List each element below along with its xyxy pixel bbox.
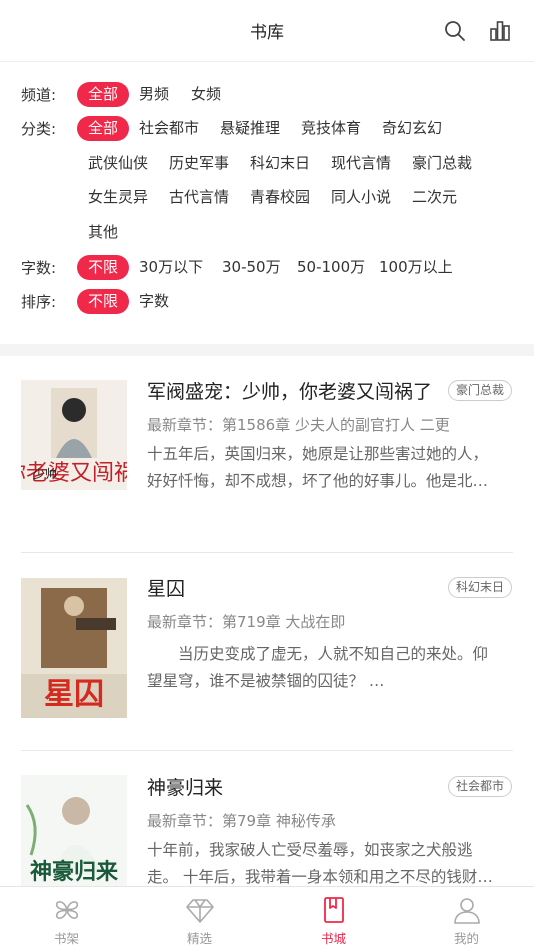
- category-filter-row: 分类: 全部 社会都市 悬疑推理 竞技体育 奇幻玄幻: [0, 113, 534, 143]
- category-filter-row: 武侠仙侠 历史军事 科幻末日 现代言情 豪门总裁: [0, 148, 534, 178]
- channel-filter-row: 频道: 全部 男频 女频: [0, 79, 534, 109]
- top-bar: 书库: [0, 0, 534, 62]
- wordcount-option[interactable]: 100万以上: [379, 255, 453, 280]
- category-filter-row: 其他: [0, 217, 534, 247]
- book-latest-chapter: 最新章节：第719章 大战在即: [147, 613, 346, 631]
- category-option[interactable]: 古代言情: [169, 185, 229, 210]
- book-tag: 社会都市: [447, 776, 512, 797]
- channel-option-male[interactable]: 男频: [139, 82, 169, 107]
- book-title[interactable]: 神豪归来: [147, 773, 223, 800]
- tab-label: 书架: [53, 931, 79, 946]
- category-option[interactable]: 历史军事: [169, 151, 229, 176]
- channel-label: 频道:: [21, 86, 57, 104]
- sort-label: 排序:: [21, 293, 57, 311]
- profile-icon: [453, 898, 480, 924]
- diamond-icon: [185, 899, 214, 923]
- book-title[interactable]: 星囚: [147, 574, 185, 601]
- category-option[interactable]: 同人小说: [331, 185, 391, 210]
- channel-option-female[interactable]: 女频: [191, 82, 221, 107]
- tab-label: 我的: [453, 931, 479, 946]
- wordcount-label: 字数:: [21, 259, 57, 277]
- wordcount-option[interactable]: 30-50万: [222, 255, 281, 280]
- tab-profile[interactable]: 我的: [400, 887, 533, 949]
- bookstore-icon: [323, 897, 344, 923]
- category-option[interactable]: 全部: [77, 116, 130, 141]
- wordcount-option[interactable]: 50-100万: [297, 255, 365, 280]
- tab-label: 书城: [320, 931, 346, 946]
- search-icon[interactable]: [442, 18, 468, 44]
- book-list-item[interactable]: 星囚 星囚 科幻末日 最新章节：第719章 大战在即 当历史变成了虚无，人就不知…: [0, 553, 534, 751]
- channel-option-all[interactable]: 全部: [77, 82, 130, 107]
- bottom-tab-bar: 书架 精选 书城 我的: [0, 886, 534, 949]
- wordcount-option[interactable]: 30万以下: [139, 255, 203, 280]
- tab-bookstore[interactable]: 书城: [267, 887, 400, 949]
- book-list-item[interactable]: 你老婆又闯祸了 少帅 军阀盛宠：少帅，你老婆又闯祸了 豪门总裁 最新章节：第15…: [0, 356, 534, 553]
- category-option[interactable]: 竞技体育: [301, 116, 361, 141]
- cover-subtitle-text: 少帅: [33, 467, 57, 481]
- wordcount-filter-row: 字数: 不限 30万以下 30-50万 50-100万 100万以上: [0, 252, 534, 282]
- tab-label: 精选: [186, 931, 212, 946]
- category-option[interactable]: 现代言情: [331, 151, 391, 176]
- book-description: 当历史变成了虚无，人就不知自己的来处。仰望星穹，谁不是被禁锢的囚徒？ …: [147, 645, 489, 690]
- book-latest-chapter: 最新章节：第79章 神秘传承: [147, 812, 336, 830]
- sort-option[interactable]: 字数: [139, 289, 169, 314]
- cover-title-text: 神豪归来: [30, 859, 119, 885]
- book-tag: 豪门总裁: [447, 380, 512, 401]
- category-option[interactable]: 二次元: [412, 185, 457, 210]
- book-cover[interactable]: 星囚: [21, 578, 127, 718]
- book-cover[interactable]: 神豪归来: [21, 775, 127, 886]
- cover-title-text: 星囚: [44, 677, 104, 712]
- book-cover[interactable]: 你老婆又闯祸了 少帅: [21, 380, 127, 520]
- category-option[interactable]: 奇幻玄幻: [382, 116, 442, 141]
- sort-filter-row: 排序: 不限 字数: [0, 286, 534, 316]
- tab-bookshelf[interactable]: 书架: [0, 887, 133, 949]
- section-divider: [0, 344, 534, 356]
- book-title[interactable]: 军阀盛宠：少帅，你老婆又闯祸了: [147, 377, 432, 404]
- wordcount-option[interactable]: 不限: [77, 255, 130, 280]
- category-option[interactable]: 豪门总裁: [412, 151, 472, 176]
- category-option[interactable]: 女生灵异: [88, 185, 148, 210]
- category-option[interactable]: 青春校园: [250, 185, 310, 210]
- book-tag: 科幻末日: [447, 577, 512, 598]
- category-filter-row: 女生灵异 古代言情 青春校园 同人小说 二次元: [0, 182, 534, 212]
- sort-option[interactable]: 不限: [77, 289, 130, 314]
- book-latest-chapter: 最新章节：第1586章 少夫人的副官打人 二更: [147, 416, 450, 434]
- category-option[interactable]: 武侠仙侠: [88, 151, 148, 176]
- category-option[interactable]: 社会都市: [139, 116, 199, 141]
- book-description: 十五年后，英国归来，她原是让那些害过她的人，好好忏悔，却不成想，坏了他的好事儿。…: [147, 445, 489, 490]
- page-title: 书库: [250, 23, 284, 43]
- category-option[interactable]: 科幻末日: [250, 151, 310, 176]
- ranking-chart-icon[interactable]: [487, 18, 513, 44]
- category-option[interactable]: 其他: [88, 220, 118, 245]
- tab-featured[interactable]: 精选: [133, 887, 266, 949]
- category-label: 分类:: [21, 120, 57, 138]
- category-option[interactable]: 悬疑推理: [220, 116, 280, 141]
- book-description: 十年前，我家破人亡受尽羞辱，如丧家之犬般逃走。 十年后，我带着一身本领和用之不尽…: [147, 841, 493, 886]
- bookshelf-icon: [55, 901, 78, 919]
